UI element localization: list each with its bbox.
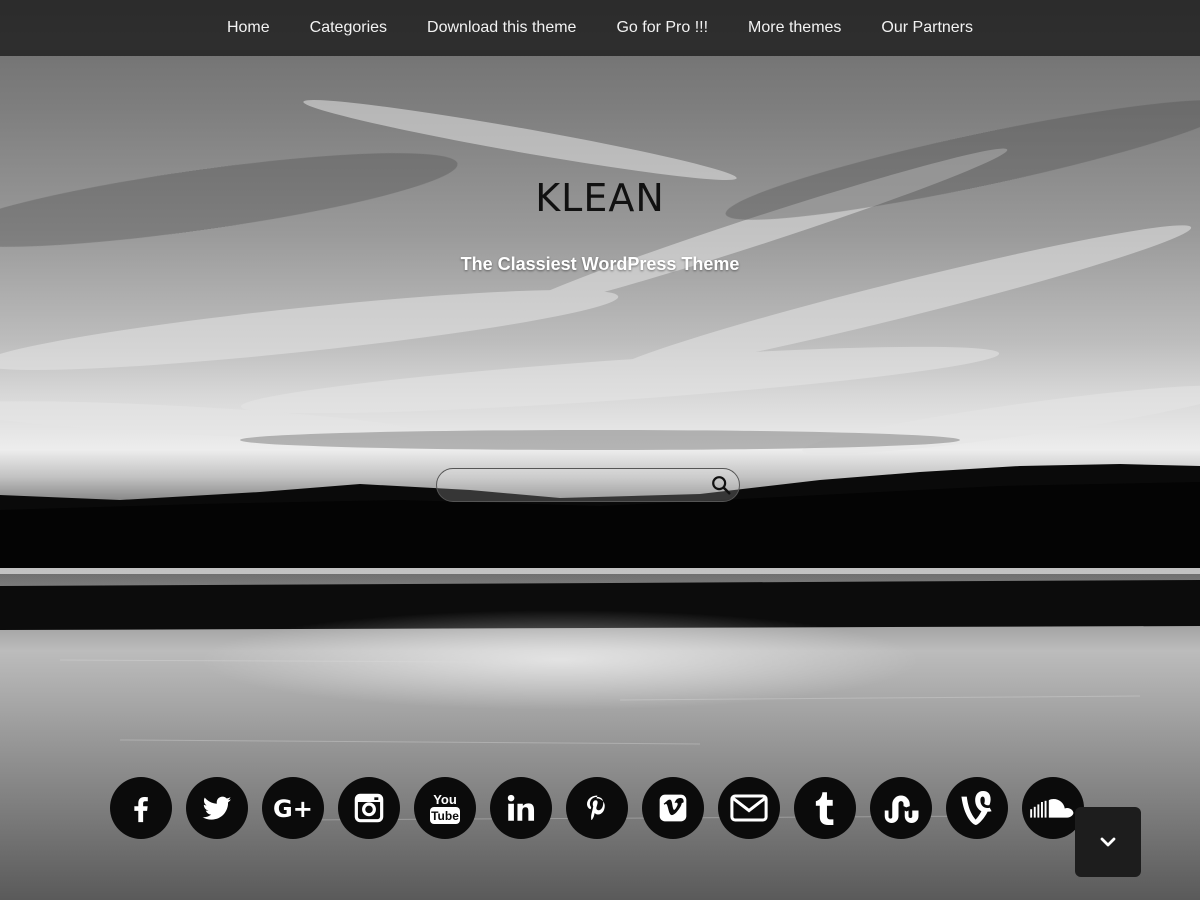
envelope-icon [730, 794, 768, 822]
social-facebook-link[interactable] [110, 777, 172, 839]
stumbleupon-icon [884, 795, 919, 823]
facebook-icon [134, 796, 148, 823]
social-linkedin-link[interactable] [490, 777, 552, 839]
social-youtube-link[interactable]: You Tube [414, 777, 476, 839]
search-input[interactable] [437, 469, 703, 501]
youtube-icon: You Tube [430, 792, 460, 824]
svg-text:G+: G+ [273, 795, 313, 823]
nav-item-more-themes[interactable]: More themes [728, 0, 861, 56]
search-icon [712, 476, 731, 495]
svg-text:You: You [433, 792, 457, 807]
social-tumblr-link[interactable] [794, 777, 856, 839]
social-pinterest-link[interactable] [566, 777, 628, 839]
background-photo [0, 100, 1200, 900]
vimeo-icon [659, 794, 687, 822]
site-title[interactable]: KLEAN [0, 176, 1200, 220]
top-navigation-bar: Home Categories Download this theme Go f… [0, 0, 1200, 56]
chevron-down-icon [1100, 837, 1116, 847]
social-google-plus-link[interactable]: G+ [262, 777, 324, 839]
nav-item-our-partners[interactable]: Our Partners [861, 0, 993, 56]
scroll-down-button[interactable] [1075, 807, 1141, 877]
linkedin-icon [507, 794, 535, 821]
main-menu: Home Categories Download this theme Go f… [207, 0, 993, 56]
nav-item-categories[interactable]: Categories [290, 0, 407, 56]
nav-item-go-pro[interactable]: Go for Pro !!! [596, 0, 728, 56]
twitter-icon [202, 796, 232, 820]
search-button[interactable] [703, 468, 739, 502]
vine-icon [961, 791, 992, 825]
social-stumbleupon-link[interactable] [870, 777, 932, 839]
social-vimeo-link[interactable] [642, 777, 704, 839]
tumblr-icon [815, 792, 834, 825]
google-plus-icon: G+ [273, 795, 313, 823]
pinterest-icon [587, 795, 605, 821]
social-email-link[interactable] [718, 777, 780, 839]
social-twitter-link[interactable] [186, 777, 248, 839]
hero-section: Home Categories Download this theme Go f… [0, 0, 1200, 900]
site-tagline: The Classiest WordPress Theme [460, 254, 740, 274]
nav-item-home[interactable]: Home [207, 0, 290, 56]
social-links: G+ You Tube [110, 777, 1084, 839]
instagram-icon [354, 793, 384, 823]
svg-text:Tube: Tube [431, 809, 459, 823]
soundcloud-icon [1030, 799, 1074, 818]
search-form [436, 468, 740, 502]
social-vine-link[interactable] [946, 777, 1008, 839]
nav-item-download-theme[interactable]: Download this theme [407, 0, 596, 56]
social-instagram-link[interactable] [338, 777, 400, 839]
